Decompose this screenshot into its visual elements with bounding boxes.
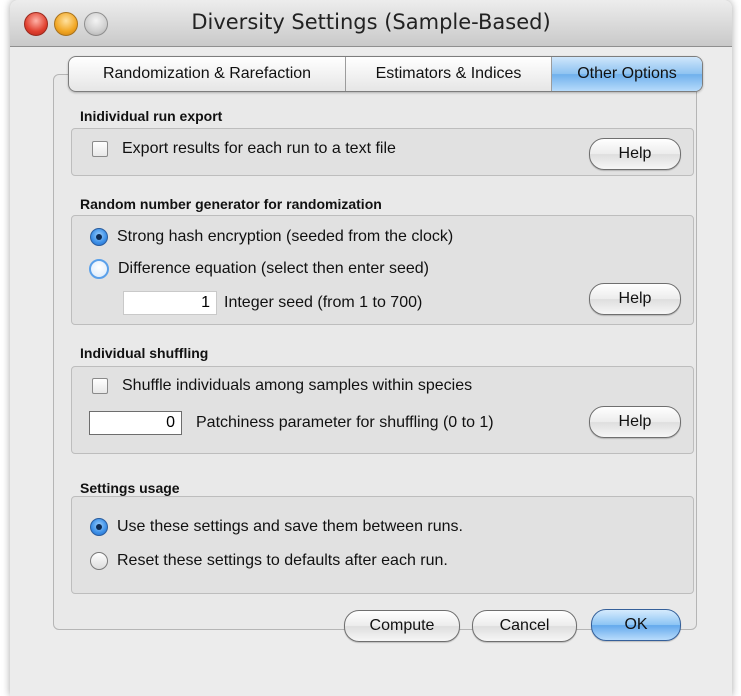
rng-hash-label: Strong hash encryption (seeded from the … bbox=[117, 228, 454, 245]
shuffle-individuals-label: Shuffle individuals among samples within… bbox=[122, 377, 473, 394]
tab-randomization-rarefaction[interactable]: Randomization & Rarefaction bbox=[69, 57, 346, 91]
ok-button[interactable]: OK bbox=[591, 609, 681, 641]
usage-group bbox=[71, 496, 694, 594]
integer-seed-input[interactable]: 1 bbox=[123, 291, 217, 315]
rng-help-button[interactable]: Help bbox=[589, 283, 681, 315]
export-results-label: Export results for each run to a text fi… bbox=[122, 140, 396, 157]
shuffle-checkbox-row[interactable]: Shuffle individuals among samples within… bbox=[92, 377, 472, 395]
dialog-window: Diversity Settings (Sample-Based) Random… bbox=[10, 0, 732, 696]
integer-seed-label: Integer seed (from 1 to 700) bbox=[224, 294, 423, 311]
shuffle-individuals-checkbox[interactable] bbox=[92, 378, 108, 394]
usage-reset-option[interactable]: Reset these settings to defaults after e… bbox=[90, 552, 448, 570]
shuffling-section-title: Individual shuffling bbox=[80, 345, 209, 361]
rng-difference-label: Difference equation (select then enter s… bbox=[118, 260, 430, 277]
rng-section-title: Random number generator for randomizatio… bbox=[80, 196, 382, 212]
export-section-title: Inidividual run export bbox=[80, 108, 223, 124]
window-title: Diversity Settings (Sample-Based) bbox=[191, 10, 551, 34]
title-bar[interactable]: Diversity Settings (Sample-Based) bbox=[10, 0, 732, 47]
usage-save-option[interactable]: Use these settings and save them between… bbox=[90, 518, 463, 536]
tab-estimators-indices[interactable]: Estimators & Indices bbox=[346, 57, 552, 91]
patchiness-input[interactable]: 0 bbox=[89, 411, 182, 435]
rng-difference-option[interactable]: Difference equation (select then enter s… bbox=[89, 259, 430, 279]
tab-bar: Randomization & Rarefaction Estimators &… bbox=[68, 56, 703, 92]
usage-section-title: Settings usage bbox=[80, 480, 180, 496]
usage-reset-label: Reset these settings to defaults after e… bbox=[117, 552, 448, 569]
rng-hash-radio[interactable] bbox=[90, 228, 108, 246]
export-results-checkbox[interactable] bbox=[92, 141, 108, 157]
rng-difference-radio[interactable] bbox=[89, 259, 109, 279]
rng-hash-option[interactable]: Strong hash encryption (seeded from the … bbox=[90, 228, 453, 246]
export-checkbox-row[interactable]: Export results for each run to a text fi… bbox=[92, 140, 396, 158]
usage-reset-radio[interactable] bbox=[90, 552, 108, 570]
export-help-button[interactable]: Help bbox=[589, 138, 681, 170]
usage-save-label: Use these settings and save them between… bbox=[117, 518, 463, 535]
tab-other-options[interactable]: Other Options bbox=[552, 57, 702, 91]
usage-save-radio[interactable] bbox=[90, 518, 108, 536]
compute-button[interactable]: Compute bbox=[344, 610, 460, 642]
patchiness-label: Patchiness parameter for shuffling (0 to… bbox=[196, 414, 494, 431]
cancel-button[interactable]: Cancel bbox=[472, 610, 577, 642]
shuffling-help-button[interactable]: Help bbox=[589, 406, 681, 438]
